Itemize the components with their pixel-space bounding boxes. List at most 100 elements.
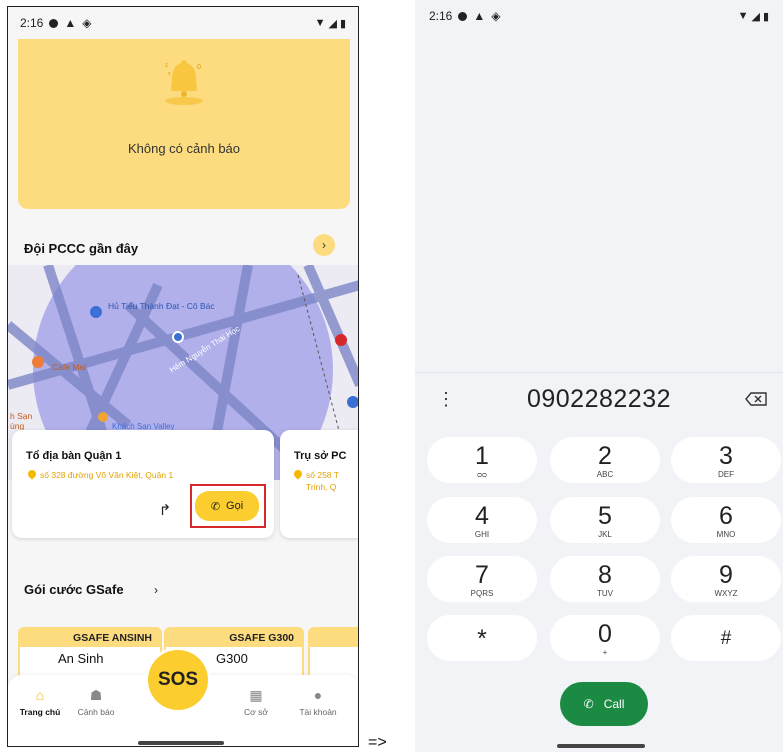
alert-triangle-icon: ▲ bbox=[473, 9, 486, 23]
package-header: GSAFE G300 bbox=[166, 629, 302, 647]
key-digit: 6 bbox=[719, 502, 733, 530]
wifi-icon: ▼ bbox=[737, 10, 749, 22]
station-address-2: số 258 T bbox=[292, 468, 339, 480]
key-hash[interactable]: # bbox=[671, 615, 781, 661]
phone-icon: ✆ bbox=[583, 697, 594, 711]
siren-icon: ☗ bbox=[89, 687, 103, 703]
key-digit: 7 bbox=[475, 561, 489, 589]
empty-alert-message: Không có cảnh báo bbox=[127, 141, 241, 156]
station-address-2-line2: Trinh, Q bbox=[306, 482, 337, 492]
wifi-icon: ▼ bbox=[314, 17, 326, 29]
key-digit: 4 bbox=[475, 502, 489, 530]
call-label: Call bbox=[603, 697, 625, 711]
key-letters: DEF bbox=[718, 470, 734, 479]
battery-icon: ▮ bbox=[762, 10, 769, 23]
key-digit: 0 bbox=[598, 620, 612, 648]
status-bar: 2:16 ▲ ◈ ▼ ◢ ▮ bbox=[8, 7, 358, 39]
key-digit: * bbox=[477, 625, 487, 653]
station-name-2: Trụ sở PC bbox=[294, 450, 347, 462]
status-time: 2:16 bbox=[429, 9, 453, 23]
gesture-bar bbox=[557, 744, 645, 748]
location-pin-icon bbox=[26, 468, 38, 480]
status-bar: 2:16 ▲ ◈ ▼ ◢ ▮ bbox=[415, 0, 783, 32]
svg-text:z: z bbox=[168, 71, 171, 77]
station-address-text: số 328 đường Võ Văn Kiệt, Quận 1 bbox=[40, 470, 174, 480]
directions-arrow-icon: ↱ bbox=[158, 502, 172, 519]
dial-call-button[interactable]: ✆ Call bbox=[560, 682, 648, 726]
station-card-2[interactable]: Trụ sở PC số 258 T Trinh, Q bbox=[280, 430, 358, 538]
package-name: An Sinh bbox=[58, 651, 104, 666]
map-label-hu-tieu: Hủ Tiếu Thành Đạt - Cô Bác bbox=[108, 301, 215, 311]
nav-facility-label: Cơ sở bbox=[244, 707, 268, 717]
gesture-bar bbox=[138, 741, 224, 745]
key-digit: 9 bbox=[719, 561, 733, 589]
key-8[interactable]: 8 TUV bbox=[550, 556, 660, 602]
battery-icon: ▮ bbox=[339, 17, 346, 30]
station-name: Tổ địa bàn Quận 1 bbox=[26, 450, 122, 462]
key-letters: MNO bbox=[716, 530, 736, 539]
gsafe-more-icon[interactable]: › bbox=[154, 583, 158, 597]
dial-number-row: ⋮ 0902282232 bbox=[415, 372, 783, 430]
key-4[interactable]: 4 GHI bbox=[427, 497, 537, 543]
home-icon: ⌂ bbox=[35, 687, 45, 703]
dialed-number[interactable]: 0902282232 bbox=[415, 385, 783, 414]
key-1[interactable]: 1 ᴑᴑ bbox=[427, 437, 537, 483]
account-icon: ● bbox=[313, 687, 323, 703]
bell-icon: 0 z z bbox=[165, 60, 203, 105]
nav-facility[interactable]: ▦ Cơ sở bbox=[226, 687, 286, 717]
key-letters: + bbox=[602, 648, 608, 657]
key-letters: TUV bbox=[597, 589, 613, 598]
station-card[interactable]: Tổ địa bàn Quận 1 số 328 đường Võ Văn Ki… bbox=[12, 430, 274, 538]
map-label-hotel-partial: h Sạn bbox=[10, 411, 33, 421]
status-time: 2:16 bbox=[20, 16, 44, 30]
gsafe-section-title: Gói cước GSafe bbox=[24, 582, 124, 597]
svg-text:0: 0 bbox=[197, 64, 201, 71]
nearby-more-button[interactable]: › bbox=[313, 234, 335, 256]
building-icon: ▦ bbox=[249, 687, 263, 703]
nav-home[interactable]: ⌂ Trang chủ bbox=[10, 687, 70, 717]
key-digit: # bbox=[720, 628, 732, 649]
package-header: GSAFE ANSINH bbox=[20, 629, 160, 647]
key-2[interactable]: 2 ABC bbox=[550, 437, 660, 483]
dialer-screen: 2:16 ▲ ◈ ▼ ◢ ▮ ⋮ 0902282232 1 ᴑᴑ 2 ABC 3 bbox=[415, 0, 783, 752]
key-letters: GHI bbox=[474, 530, 490, 539]
station-address: số 328 đường Võ Văn Kiệt, Quận 1 bbox=[26, 468, 174, 480]
key-letters: ABC bbox=[596, 470, 614, 479]
nav-account-label: Tài khoản bbox=[299, 707, 337, 717]
data-saver-icon: ◈ bbox=[491, 9, 501, 23]
location-pin-icon bbox=[292, 468, 304, 480]
key-digit: 5 bbox=[598, 502, 612, 530]
key-digit: 2 bbox=[598, 442, 612, 470]
data-saver-icon: ◈ bbox=[82, 16, 92, 30]
key-letters: WXYZ bbox=[714, 589, 738, 598]
key-5[interactable]: 5 JKL bbox=[550, 497, 660, 543]
svg-text:z: z bbox=[165, 63, 168, 69]
call-highlight-box bbox=[190, 484, 266, 528]
key-6[interactable]: 6 MNO bbox=[671, 497, 781, 543]
key-star[interactable]: * bbox=[427, 615, 537, 661]
backspace-icon[interactable] bbox=[745, 392, 767, 406]
record-dot-icon bbox=[458, 11, 468, 21]
transition-arrow: => bbox=[368, 734, 387, 751]
key-0[interactable]: 0 + bbox=[550, 615, 660, 661]
signal-icon: ◢ bbox=[751, 10, 760, 23]
key-digit: 3 bbox=[719, 442, 733, 470]
key-3[interactable]: 3 DEF bbox=[671, 437, 781, 483]
key-letters: JKL bbox=[598, 530, 612, 539]
key-digit: 8 bbox=[598, 561, 612, 589]
key-letters: PQRS bbox=[470, 589, 494, 598]
voicemail-icon: ᴑᴑ bbox=[477, 470, 487, 479]
directions-button[interactable]: ↱ bbox=[152, 498, 178, 524]
alert-triangle-icon: ▲ bbox=[64, 16, 77, 30]
nav-home-label: Trang chủ bbox=[19, 707, 61, 717]
package-header bbox=[310, 629, 358, 647]
nav-alerts[interactable]: ☗ Cảnh báo bbox=[66, 687, 126, 717]
record-dot-icon bbox=[49, 18, 59, 28]
nav-account[interactable]: ● Tài khoản bbox=[288, 687, 348, 717]
station-address-2-line1: số 258 T bbox=[306, 470, 339, 480]
sos-button[interactable]: SOS bbox=[148, 650, 208, 710]
nearby-section-title: Đội PCCC gần đây bbox=[24, 241, 139, 256]
key-9[interactable]: 9 WXYZ bbox=[671, 556, 781, 602]
key-7[interactable]: 7 PQRS bbox=[427, 556, 537, 602]
app-screen: 2:16 ▲ ◈ ▼ ◢ ▮ 0 z z Không có cảnh báo Đ… bbox=[7, 6, 359, 747]
